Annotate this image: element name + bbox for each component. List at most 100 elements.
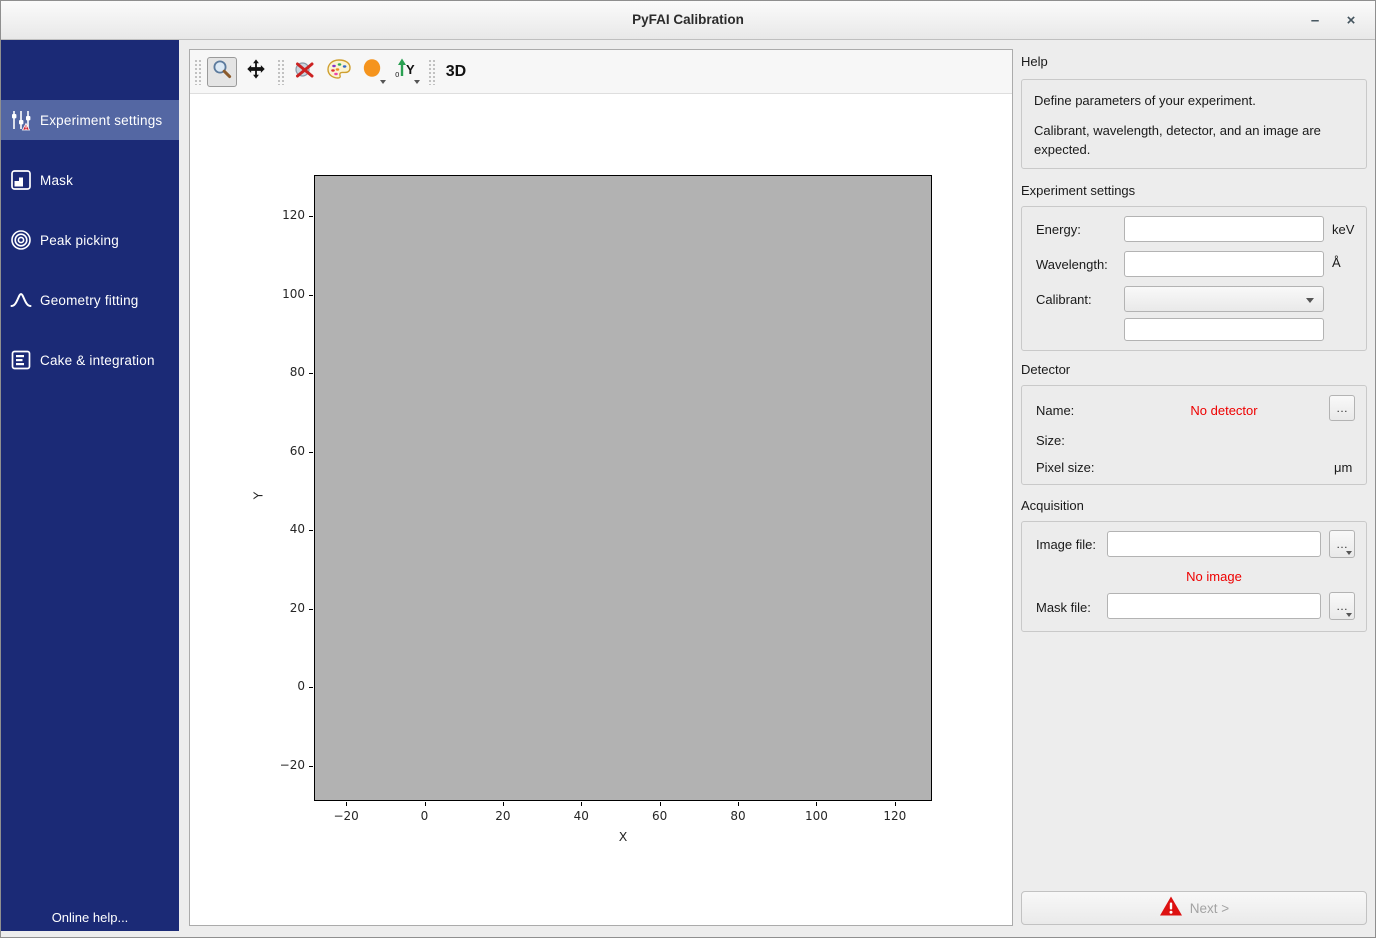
help-section-title: Help <box>1021 54 1048 69</box>
plot-panel: 0 Y 3D −20020406080100120 −2002040608010… <box>189 49 1013 926</box>
acquisition-section-title: Acquisition <box>1021 498 1084 513</box>
y-tick-mark <box>309 687 313 688</box>
palette-icon <box>326 57 352 86</box>
image-status: No image <box>1107 569 1321 584</box>
pixel-size-label: Pixel size: <box>1036 460 1095 475</box>
y-tick-mark <box>309 530 313 531</box>
next-button-label: Next > <box>1190 901 1229 916</box>
chevron-down-icon <box>1306 298 1314 303</box>
y-tick-label: 80 <box>261 365 305 379</box>
toolbar-handle[interactable] <box>277 59 284 85</box>
sidebar-item-experiment-settings[interactable]: Experiment settings <box>1 100 179 140</box>
energy-field[interactable] <box>1124 216 1324 242</box>
toolbar-handle[interactable] <box>428 59 435 85</box>
wavelength-label: Wavelength: <box>1036 257 1108 272</box>
dropdown-caret-icon <box>1346 613 1352 617</box>
acquisition-box: Image file: … No image Mask file: … <box>1021 521 1367 632</box>
sidebar: Experiment settings Mask Peak picking <box>1 40 179 931</box>
y-tick-label: 20 <box>261 601 305 615</box>
y-axis-orientation-button[interactable]: 0 Y <box>392 57 422 87</box>
x-tick-label: 20 <box>481 809 525 823</box>
mask-file-field[interactable] <box>1107 593 1321 619</box>
y-tick-label: 100 <box>261 287 305 301</box>
sidebar-item-label: Experiment settings <box>40 113 162 128</box>
dropdown-caret-icon <box>414 80 420 84</box>
toolbar-handle[interactable] <box>194 59 201 85</box>
svg-text:Y: Y <box>406 62 415 77</box>
x-tick-mark <box>660 802 661 806</box>
y-tick-mark <box>309 766 313 767</box>
magnifier-icon <box>211 58 233 85</box>
wavelength-field[interactable] <box>1124 251 1324 277</box>
marker-color-button[interactable] <box>358 57 388 87</box>
sliders-warning-icon <box>10 109 32 131</box>
x-tick-mark <box>738 802 739 806</box>
calibrant-filter-field[interactable] <box>1124 318 1324 341</box>
sidebar-item-cake-integration[interactable]: Cake & integration <box>1 340 179 380</box>
y-tick-label: 0 <box>261 679 305 693</box>
window-title: PyFAI Calibration <box>1 12 1375 27</box>
x-tick-label: 100 <box>794 809 838 823</box>
mask-file-browse-button[interactable]: … <box>1329 592 1355 620</box>
x-tick-label: 0 <box>403 809 447 823</box>
image-file-label: Image file: <box>1036 537 1096 552</box>
energy-label: Energy: <box>1036 222 1081 237</box>
detector-section-title: Detector <box>1021 362 1070 377</box>
y-tick-mark <box>309 216 313 217</box>
sidebar-item-peak-picking[interactable]: Peak picking <box>1 220 179 260</box>
calibrant-label: Calibrant: <box>1036 292 1092 307</box>
experiment-settings-box: Energy: keV Wavelength: Å Calibrant: <box>1021 206 1367 351</box>
mask-file-label: Mask file: <box>1036 600 1091 615</box>
red-cross-circle-icon <box>293 57 317 86</box>
energy-unit: keV <box>1332 222 1354 237</box>
mask-icon <box>10 169 32 191</box>
pixel-size-unit: μm <box>1334 460 1352 475</box>
x-tick-label: 60 <box>638 809 682 823</box>
detector-size-label: Size: <box>1036 433 1065 448</box>
y-tick-mark <box>309 373 313 374</box>
detector-name-label: Name: <box>1036 403 1074 418</box>
help-box: Define parameters of your experiment. Ca… <box>1021 79 1367 169</box>
pan-arrows-icon <box>245 58 267 85</box>
y-tick-label: 60 <box>261 444 305 458</box>
mode-3d-button[interactable]: 3D <box>441 57 471 87</box>
minimize-button[interactable]: – <box>1303 9 1327 33</box>
x-tick-mark <box>503 802 504 806</box>
colormap-button[interactable] <box>324 57 354 87</box>
sidebar-item-geometry-fitting[interactable]: Geometry fitting <box>1 280 179 320</box>
sidebar-item-label: Cake & integration <box>40 353 155 368</box>
x-tick-mark <box>425 802 426 806</box>
y-tick-label: 40 <box>261 522 305 536</box>
image-file-field[interactable] <box>1107 531 1321 557</box>
x-tick-mark <box>895 802 896 806</box>
peak-picking-icon <box>10 229 32 251</box>
x-tick-label: −20 <box>324 809 368 823</box>
crosshair-off-button[interactable] <box>290 57 320 87</box>
y-tick-mark <box>309 609 313 610</box>
x-axis-label: X <box>314 829 932 844</box>
close-button[interactable]: × <box>1339 9 1363 33</box>
settings-panel: Help Define parameters of your experimen… <box>1021 41 1367 938</box>
dropdown-caret-icon <box>380 80 386 84</box>
calibrant-dropdown[interactable] <box>1124 286 1324 312</box>
zoom-mode-button[interactable] <box>207 57 237 87</box>
detector-name-status: No detector <box>1124 403 1324 418</box>
geometry-fitting-icon <box>10 289 32 311</box>
next-button[interactable]: Next > <box>1021 891 1367 925</box>
sidebar-item-mask[interactable]: Mask <box>1 160 179 200</box>
pan-mode-button[interactable] <box>241 57 271 87</box>
y-tick-mark <box>309 295 313 296</box>
detector-browse-button[interactable]: … <box>1329 395 1355 421</box>
x-tick-mark <box>816 802 817 806</box>
help-paragraph: Define parameters of your experiment. <box>1034 92 1354 111</box>
x-tick-mark <box>346 802 347 806</box>
image-file-browse-button[interactable]: … <box>1329 530 1355 558</box>
plot-canvas[interactable] <box>314 175 932 801</box>
titlebar: PyFAI Calibration – × <box>1 1 1375 40</box>
detector-box: Name: No detector … Size: Pixel size: μm <box>1021 385 1367 485</box>
sidebar-item-label: Peak picking <box>40 233 119 248</box>
y-tick-mark <box>309 452 313 453</box>
x-tick-label: 40 <box>559 809 603 823</box>
online-help-link[interactable]: Online help... <box>1 910 179 925</box>
svg-text:0: 0 <box>395 71 399 79</box>
